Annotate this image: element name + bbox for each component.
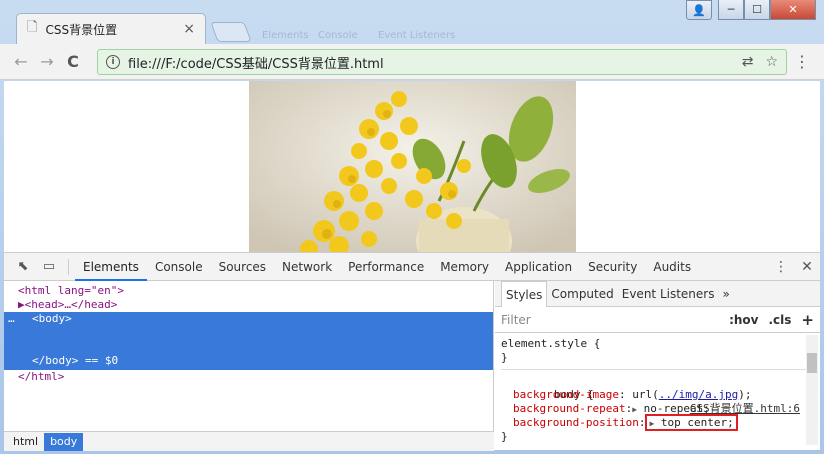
devtools-actions: ⋮ ✕ bbox=[768, 259, 820, 275]
tab-application[interactable]: Application bbox=[497, 253, 580, 281]
dom-body-selected[interactable]: … <body> </body> == $0 bbox=[4, 312, 493, 370]
cls-toggle[interactable]: .cls bbox=[768, 313, 791, 327]
dom-ellipsis-icon[interactable]: … bbox=[8, 312, 15, 325]
inspect-element-icon[interactable]: ⬉ bbox=[10, 259, 36, 274]
browser-toolbar: ← → C i file:///F:/code/CSS基础/CSS背景位置.ht… bbox=[0, 44, 824, 80]
flower-vase-image bbox=[249, 81, 576, 252]
tab-console[interactable]: Console bbox=[147, 253, 211, 281]
element-style-selector[interactable]: element.style { bbox=[501, 337, 814, 351]
browser-menu-icon[interactable]: ⋮ bbox=[794, 52, 810, 71]
page-viewport bbox=[4, 81, 820, 252]
tab-elements[interactable]: Elements bbox=[75, 253, 147, 281]
prop-value-suffix: ); bbox=[738, 388, 752, 401]
tab-audits[interactable]: Audits bbox=[645, 253, 699, 281]
image-url-link[interactable]: ../img/a.jpg bbox=[659, 388, 738, 401]
styles-pane: Styles Computed Event Listeners » Filter… bbox=[495, 280, 820, 451]
window-close-button[interactable]: ✕ bbox=[770, 0, 816, 20]
scrollbar-thumb[interactable] bbox=[807, 353, 817, 373]
rule-source-link[interactable]: CSS背景位置.html:6 bbox=[690, 402, 800, 416]
dom-body-close: </body> == $0 bbox=[32, 354, 119, 367]
filter-input[interactable]: Filter bbox=[501, 313, 719, 327]
breadcrumb: html body bbox=[4, 431, 494, 451]
bookmark-star-icon[interactable]: ☆ bbox=[765, 54, 778, 70]
style-rules: element.style { } body { CSS背景位置.html:6 … bbox=[495, 333, 820, 448]
ghost-label-2: Console bbox=[318, 30, 358, 41]
hov-toggle[interactable]: :hov bbox=[729, 313, 758, 327]
styles-scrollbar[interactable] bbox=[806, 335, 818, 445]
tab-sources[interactable]: Sources bbox=[211, 253, 274, 281]
toolbar-divider bbox=[68, 258, 69, 275]
background-photo bbox=[249, 81, 576, 252]
expand-triangle-icon[interactable]: ▶ bbox=[632, 405, 637, 414]
device-toolbar-icon[interactable]: ▭ bbox=[36, 259, 62, 274]
tab-network[interactable]: Network bbox=[274, 253, 340, 281]
prop-name: background-position bbox=[513, 416, 639, 429]
reload-button[interactable]: C bbox=[60, 52, 86, 71]
ghost-label-1: Elements bbox=[262, 30, 309, 41]
prop-value: top center; bbox=[660, 416, 734, 429]
prop-value-prefix: url( bbox=[625, 388, 659, 401]
prop-name: background-image bbox=[513, 388, 619, 401]
page-icon: 🗋 bbox=[27, 20, 38, 35]
body-rule-header: body { CSS背景位置.html:6 bbox=[501, 374, 814, 415]
browser-tab[interactable]: 🗋 CSS背景位置 × bbox=[16, 13, 206, 44]
breadcrumb-html[interactable]: html bbox=[7, 433, 44, 451]
devtools-more-icon[interactable]: ⋮ bbox=[768, 259, 794, 275]
minimize-button[interactable]: ─ bbox=[718, 0, 744, 20]
tab-styles[interactable]: Styles bbox=[501, 280, 548, 307]
styles-filter: Filter :hov .cls + bbox=[495, 307, 820, 333]
info-icon[interactable]: i bbox=[106, 55, 120, 69]
devtools-close-icon[interactable]: ✕ bbox=[794, 259, 820, 275]
ghost-label-3: Event Listeners bbox=[378, 30, 456, 41]
body-rule-close: } bbox=[501, 430, 508, 443]
highlight-box: ▶ top center; bbox=[645, 414, 738, 431]
prop-name: background-repeat bbox=[513, 402, 626, 415]
element-style-close: } bbox=[501, 351, 508, 364]
tab-event-listeners[interactable]: Event Listeners bbox=[618, 281, 719, 307]
more-tabs-icon[interactable]: » bbox=[718, 281, 733, 307]
styles-tabbar: Styles Computed Event Listeners » bbox=[495, 280, 820, 307]
back-button[interactable]: ← bbox=[8, 52, 34, 71]
tab-title: CSS背景位置 bbox=[45, 22, 118, 37]
breadcrumb-body[interactable]: body bbox=[44, 432, 84, 451]
dom-head[interactable]: ▶<head>…</head> bbox=[4, 298, 493, 312]
title-bar: 🗋 CSS背景位置 × Elements Console Event Liste… bbox=[0, 0, 824, 44]
tab-performance[interactable]: Performance bbox=[340, 253, 432, 281]
expand-triangle-icon[interactable]: ▶ bbox=[649, 419, 654, 428]
rule-background-image[interactable]: background-image: url(../img/a.jpg); bbox=[501, 388, 814, 402]
dom-body-open: <body> bbox=[32, 312, 72, 325]
devtools-panel: ⬉ ▭ Elements Console Sources Network Per… bbox=[4, 252, 820, 451]
new-rule-icon[interactable]: + bbox=[801, 311, 814, 329]
window-controls: 👤 ─ ☐ ✕ bbox=[686, 0, 816, 20]
tab-memory[interactable]: Memory bbox=[432, 253, 497, 281]
tab-computed[interactable]: Computed bbox=[547, 281, 617, 307]
tab-close-icon[interactable]: × bbox=[183, 21, 195, 37]
dom-tree: <html lang="en"> ▶<head>…</head> … <body… bbox=[4, 281, 494, 451]
address-bar[interactable]: i file:///F:/code/CSS基础/CSS背景位置.html ⇄ ☆ bbox=[97, 49, 787, 75]
dom-html-close[interactable]: </html> bbox=[4, 370, 493, 384]
translate-icon[interactable]: ⇄ bbox=[742, 54, 754, 70]
profile-icon[interactable]: 👤 bbox=[686, 0, 712, 20]
url-text[interactable]: file:///F:/code/CSS基础/CSS背景位置.html bbox=[128, 53, 730, 72]
devtools-tabbar: ⬉ ▭ Elements Console Sources Network Per… bbox=[4, 253, 820, 281]
forward-button[interactable]: → bbox=[34, 52, 60, 71]
maximize-button[interactable]: ☐ bbox=[744, 0, 770, 20]
rule-divider bbox=[501, 369, 814, 370]
tab-security[interactable]: Security bbox=[580, 253, 645, 281]
dom-html-open[interactable]: <html lang="en"> bbox=[4, 284, 493, 298]
rule-background-position[interactable]: background-position: ▶ top center; bbox=[501, 414, 814, 431]
new-tab-button[interactable] bbox=[210, 22, 252, 42]
